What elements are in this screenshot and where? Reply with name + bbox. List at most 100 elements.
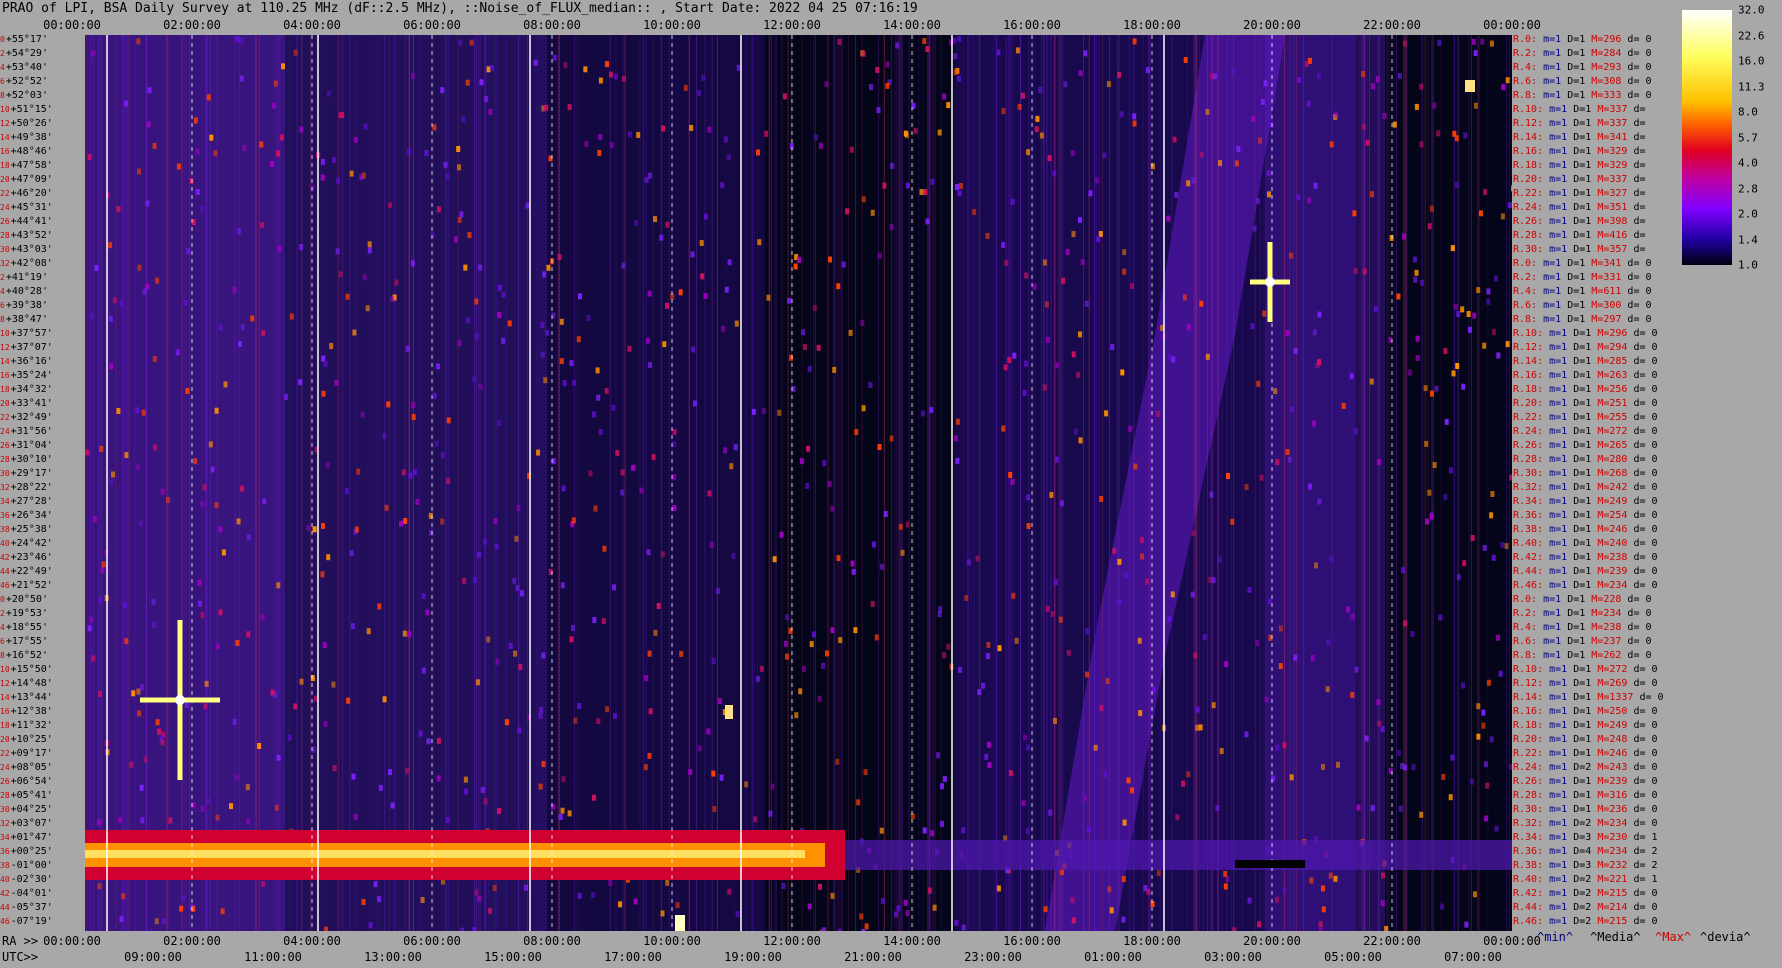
noise-pixel — [1482, 342, 1487, 349]
noise-pixel — [1225, 876, 1230, 883]
noise-pixel — [930, 830, 935, 837]
noise-pixel — [181, 895, 186, 902]
noise-pixel — [1232, 927, 1237, 931]
noise-pixel — [160, 739, 165, 746]
vertical-streak — [1047, 35, 1049, 931]
row-stat: R.42: m=1 D=2 M=215 d= 0 — [1513, 889, 1658, 899]
declination-value: +40°28' — [5, 286, 48, 297]
noise-pixel — [744, 781, 749, 788]
vertical-streak — [953, 35, 955, 931]
noise-pixel — [1130, 283, 1134, 289]
noise-pixel — [1419, 83, 1424, 90]
noise-pixel — [1053, 717, 1057, 724]
noise-pixel — [1223, 883, 1228, 890]
declination-value: -07°19' — [10, 916, 53, 927]
noise-pixel — [351, 623, 355, 630]
noise-pixel — [1004, 259, 1009, 266]
noise-pixel — [703, 293, 708, 299]
noise-pixel — [923, 189, 928, 196]
declination-value: +24°42' — [10, 538, 53, 549]
noise-pixel — [797, 256, 802, 263]
declination-label: 12+37°07' — [0, 343, 85, 353]
noise-pixel — [112, 297, 117, 304]
row-index: 2 — [0, 49, 5, 58]
noise-pixel — [261, 330, 266, 337]
declination-value: +52°03' — [5, 90, 48, 101]
noise-pixel — [604, 387, 609, 394]
row-stat-field: m=1 — [1549, 328, 1574, 339]
noise-pixel — [591, 891, 596, 898]
noise-pixel — [323, 721, 328, 727]
noise-pixel — [1001, 241, 1006, 248]
noise-pixel — [1055, 362, 1060, 369]
row-index: 24 — [0, 763, 10, 772]
noise-pixel — [825, 650, 829, 657]
row-stat-field: d= 0 — [1633, 426, 1658, 437]
noise-pixel — [517, 727, 522, 734]
noise-pixel — [1410, 631, 1415, 637]
noise-pixel — [1317, 311, 1322, 318]
vertical-streak — [538, 35, 540, 931]
noise-pixel — [920, 410, 925, 417]
noise-pixel — [1432, 462, 1437, 468]
declination-label: 8+16°52' — [0, 651, 85, 661]
noise-pixel — [208, 441, 213, 448]
noise-pixel — [766, 294, 771, 301]
noise-pixel — [1104, 410, 1109, 417]
vertical-streak — [1046, 35, 1048, 931]
noise-pixel — [613, 713, 617, 720]
noise-pixel — [1451, 370, 1456, 377]
row-stat-field: m=1 — [1549, 118, 1574, 129]
noise-pixel — [1425, 518, 1429, 525]
row-stat-field: D=1 — [1567, 300, 1592, 311]
noise-pixel — [756, 675, 760, 682]
noise-pixel — [957, 36, 962, 42]
row-stat-field: m=1 — [1543, 622, 1568, 633]
row-index: 22 — [0, 189, 10, 198]
row-stat: R.24: m=1 D=1 M=272 d= 0 — [1513, 427, 1658, 437]
noise-pixel — [859, 913, 864, 920]
vertical-streak — [1053, 35, 1055, 931]
noise-pixel — [1110, 344, 1115, 351]
declination-label: 38+25°38' — [0, 525, 85, 535]
noise-pixel — [139, 684, 144, 691]
noise-pixel — [1508, 202, 1512, 209]
row-stat-field: d= 0 — [1633, 804, 1658, 815]
noise-pixel — [777, 409, 782, 416]
row-stat-field: m=1 — [1549, 454, 1574, 465]
row-stat-field: m=1 — [1543, 314, 1568, 325]
noise-pixel — [1353, 268, 1358, 274]
noise-pixel — [124, 452, 129, 459]
noise-pixel — [213, 150, 218, 157]
utc-tick-label: 21:00:00 — [844, 950, 902, 964]
noise-pixel — [214, 502, 219, 509]
noise-pixel — [1380, 900, 1385, 907]
legend-deviation: ^devia^ — [1700, 930, 1751, 944]
vertical-streak — [1005, 35, 1007, 931]
row-stat-field: R.0: — [1513, 594, 1544, 605]
noise-pixel — [1088, 190, 1093, 197]
noise-pixel — [1500, 542, 1505, 548]
noise-pixel — [236, 228, 241, 235]
row-index: 22 — [0, 749, 10, 758]
vertical-streak — [1285, 35, 1287, 931]
noise-pixel — [469, 39, 474, 46]
top-tick-label: 18:00:00 — [1123, 18, 1181, 32]
noise-pixel — [298, 379, 303, 386]
noise-pixel — [116, 408, 121, 414]
noise-pixel — [1482, 544, 1487, 551]
row-index: 28 — [0, 791, 10, 800]
row-stat-field: d= — [1633, 202, 1646, 213]
noise-pixel — [1098, 231, 1103, 237]
noise-pixel — [1373, 305, 1378, 312]
noise-pixel — [1491, 328, 1496, 335]
noise-pixel — [806, 445, 811, 452]
vertical-streak — [1427, 35, 1429, 931]
vertical-streak — [309, 35, 311, 931]
noise-pixel — [723, 447, 728, 454]
row-stat-field: M=296 — [1591, 34, 1628, 45]
declination-value: +54°29' — [5, 48, 48, 59]
noise-pixel — [699, 240, 704, 246]
noise-pixel — [1107, 886, 1112, 893]
noise-pixel — [97, 691, 102, 698]
